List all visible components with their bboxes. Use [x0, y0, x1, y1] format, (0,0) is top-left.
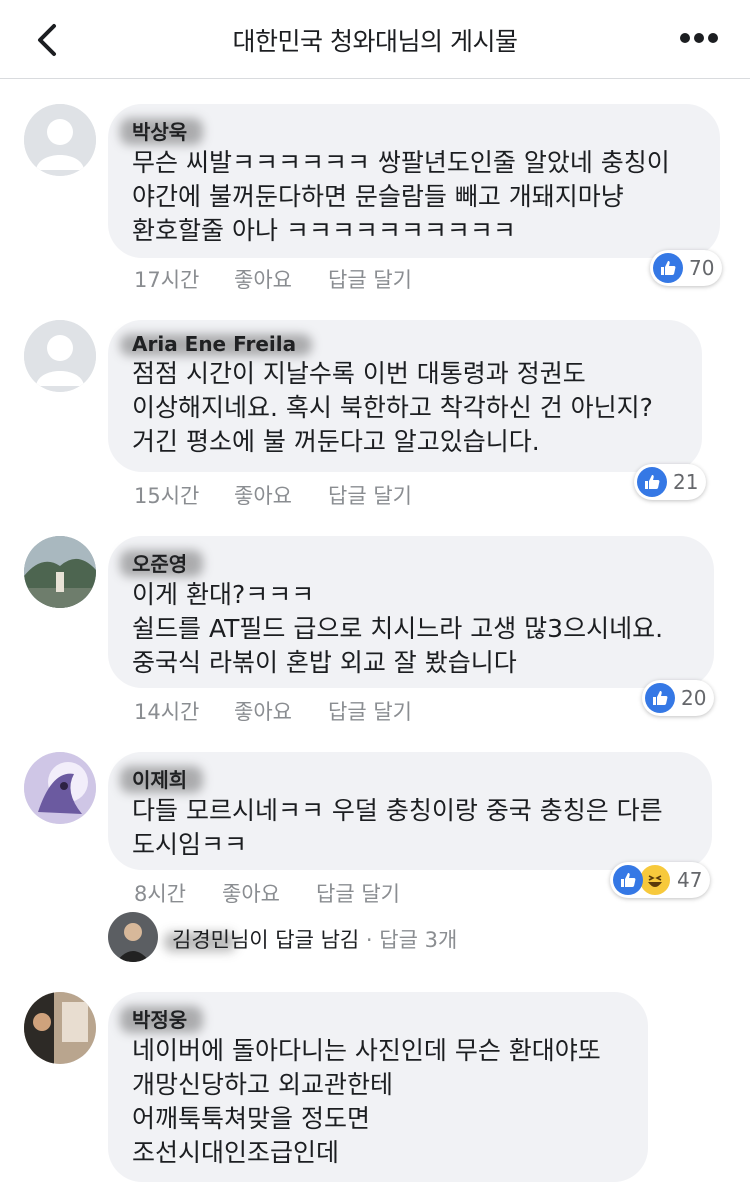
like-icon [653, 253, 683, 283]
like-icon [645, 683, 675, 713]
avatar-photo [108, 912, 158, 962]
reaction-count: 20 [681, 686, 707, 710]
comment-author[interactable]: 오준영 [126, 548, 193, 577]
comment-bubble[interactable]: Aria Ene Freila 점점 시간이 지날수록 이번 대통령과 정권도 … [108, 320, 702, 472]
comment-bubble[interactable]: 오준영 이게 환대?ㅋㅋㅋ 쉴드를 AT필드 급으로 치시느라 고생 많3으시네… [108, 536, 714, 688]
avatar-photo[interactable] [24, 992, 96, 1064]
comment-author[interactable]: 이제희 [126, 764, 193, 793]
comment-timestamp: 15시간 [134, 484, 200, 508]
reaction-summary[interactable]: 21 [634, 464, 707, 500]
comment-timestamp: 17시간 [134, 268, 200, 292]
reply-separator: · [359, 928, 380, 952]
comment-text-line: 환호할줄 아나 ㅋㅋㅋㅋㅋㅋㅋㅋㅋㅋ [132, 216, 516, 245]
dot [680, 33, 690, 43]
comment-author[interactable]: 박정웅 [126, 1004, 193, 1033]
page-title: 대한민국 청와대님의 게시물 [232, 27, 518, 56]
comment-text-line: 중국식 라볶이 혼밥 외교 잘 봤습니다 [132, 648, 517, 677]
reply-author: 김경민 [172, 928, 230, 952]
comment-text-line: 개망신당하고 외교관한테 [132, 1070, 393, 1099]
comment-author[interactable]: Aria Ene Freila [126, 332, 302, 356]
comment-text-line: 쉴드를 AT필드 급으로 치시느라 고생 많3으시네요. [132, 614, 664, 643]
comment-text-line: 점점 시간이 지날수록 이번 대통령과 정권도 [132, 359, 586, 388]
reply-link[interactable]: 답글 달기 [316, 878, 400, 908]
reply-link[interactable]: 답글 달기 [328, 696, 412, 726]
reaction-count: 47 [677, 868, 703, 892]
comment-text-line: 야간에 불꺼둔다하면 문슬람들 빼고 개돼지마냥 [132, 182, 624, 211]
comment-timestamp: 14시간 [134, 700, 200, 724]
comment-bubble[interactable]: 이제희 다들 모르시네ㅋㅋ 우덜 충칭이랑 중국 충칭은 다른 도시임ㅋㅋ [108, 752, 712, 870]
avatar-photo[interactable] [24, 536, 96, 608]
comment-bubble[interactable]: 박상욱 무슨 씨발ㅋㅋㅋㅋㅋㅋ 쌍팔년도인줄 알았네 충칭이 야간에 불꺼둔다하… [108, 104, 720, 258]
more-options-button[interactable] [680, 28, 724, 48]
reply-link[interactable]: 답글 달기 [328, 264, 412, 294]
comment-bubble[interactable]: 박정웅 네이버에 돌아다니는 사진인데 무슨 환대야또 개망신당하고 외교관한테… [108, 992, 648, 1182]
avatar-photo[interactable] [24, 752, 96, 824]
reaction-count: 21 [673, 470, 699, 494]
comment-text-line: 어깨툭툭쳐맞을 정도면 [132, 1104, 370, 1133]
dot [708, 33, 718, 43]
dot [694, 33, 704, 43]
comment-text-line: 도시임ㅋㅋ [132, 830, 248, 859]
reaction-summary[interactable]: 47 [610, 862, 711, 898]
comment-text-line: 다들 모르시네ㅋㅋ 우덜 충칭이랑 중국 충칭은 다른 [132, 796, 663, 825]
top-nav-bar: 대한민국 청와대님의 게시물 [0, 0, 750, 79]
like-icon [613, 865, 643, 895]
reaction-summary[interactable]: 20 [642, 680, 715, 716]
comment-timestamp: 8시간 [134, 882, 187, 906]
reply-link[interactable]: 답글 달기 [328, 480, 412, 510]
comment-text-line: 조선시대인조급인데 [132, 1138, 340, 1167]
like-link[interactable]: 좋아요 [234, 480, 292, 510]
like-icon [637, 467, 667, 497]
like-link[interactable]: 좋아요 [234, 264, 292, 294]
reaction-count: 70 [689, 256, 715, 280]
comment-text-line: 무슨 씨발ㅋㅋㅋㅋㅋㅋ 쌍팔년도인줄 알았네 충칭이 [132, 148, 670, 177]
comment-text-line: 네이버에 돌아다니는 사진인데 무슨 환대야또 [132, 1036, 601, 1065]
reaction-summary[interactable]: 70 [650, 250, 723, 286]
reply-count: 답글 3개 [379, 928, 458, 952]
comment-text-line: 거긴 평소에 불 꺼둔다고 알고있습니다. [132, 427, 540, 456]
avatar-default-icon[interactable] [24, 104, 96, 176]
comment-text-line: 이상해지네요. 혹시 북한하고 착각하신 건 아닌지? [132, 393, 653, 422]
comment-author[interactable]: 박상욱 [126, 116, 193, 145]
avatar-default-icon[interactable] [24, 320, 96, 392]
like-link[interactable]: 좋아요 [234, 696, 292, 726]
comment-text-line: 이게 환대?ㅋㅋㅋ [132, 580, 315, 609]
reply-summary-text: 김경민님이 답글 남김 · 답글 3개 [172, 924, 457, 954]
haha-icon [639, 864, 671, 896]
reply-suffix: 님이 답글 남김 [229, 928, 360, 952]
like-link[interactable]: 좋아요 [222, 878, 280, 908]
